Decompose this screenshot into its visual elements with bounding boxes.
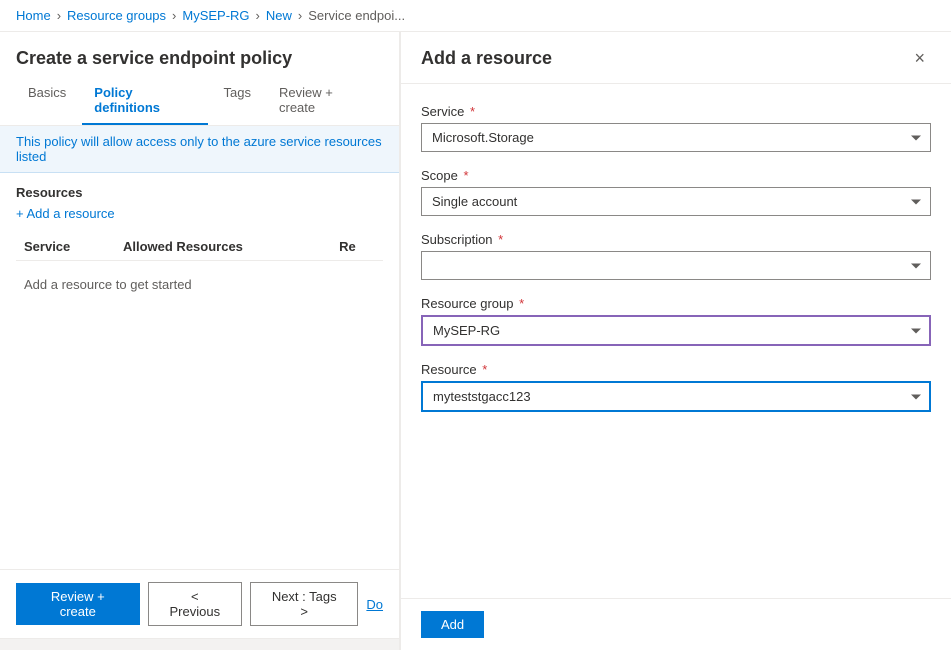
panel-header: Add a resource × — [401, 32, 951, 84]
tab-tags[interactable]: Tags — [212, 77, 263, 125]
breadcrumb-home[interactable]: Home — [16, 8, 51, 23]
col-service: Service — [16, 233, 115, 261]
tab-bar: Basics Policy definitions Tags Review + … — [0, 77, 399, 126]
resources-heading: Resources — [16, 185, 383, 200]
add-button[interactable]: Add — [421, 611, 484, 638]
scope-field-group: Scope * Single account All accounts in s… — [421, 168, 931, 216]
next-button[interactable]: Next : Tags > — [250, 582, 358, 626]
subscription-select-wrapper — [421, 251, 931, 280]
scope-select-wrapper: Single account All accounts in subscript… — [421, 187, 931, 216]
service-field-group: Service * Microsoft.Storage — [421, 104, 931, 152]
resource-group-label: Resource group * — [421, 296, 931, 311]
download-button[interactable]: Do — [366, 597, 383, 612]
breadcrumb-resource-groups[interactable]: Resource groups — [67, 8, 166, 23]
info-bar: This policy will allow access only to th… — [0, 126, 399, 173]
breadcrumb: Home › Resource groups › MySEP-RG › New … — [0, 0, 951, 32]
panel-title: Add a resource — [421, 48, 552, 69]
panel-footer: Add — [401, 598, 951, 650]
panel-body: Service * Microsoft.Storage Scope * S — [401, 84, 951, 598]
resource-select-wrapper: myteststgacc123 — [421, 381, 931, 412]
previous-button[interactable]: < Previous — [148, 582, 242, 626]
tab-basics[interactable]: Basics — [16, 77, 78, 125]
resource-table: Service Allowed Resources Re Add a resou… — [16, 233, 383, 308]
right-panel: Add a resource × Service * Microsoft.Sto… — [400, 32, 951, 650]
left-panel: Create a service endpoint policy Basics … — [0, 32, 400, 650]
resource-group-field-group: Resource group * MySEP-RG — [421, 296, 931, 346]
tab-policy-definitions[interactable]: Policy definitions — [82, 77, 207, 125]
bottom-nav: Review + create < Previous Next : Tags >… — [0, 569, 399, 638]
scope-label: Scope * — [421, 168, 931, 183]
resource-field-group: Resource * myteststgacc123 — [421, 362, 931, 412]
horizontal-scrollbar[interactable] — [0, 638, 399, 650]
resource-group-select-wrapper: MySEP-RG — [421, 315, 931, 346]
table-row-empty: Add a resource to get started — [16, 261, 383, 309]
service-label: Service * — [421, 104, 931, 119]
resource-label: Resource * — [421, 362, 931, 377]
page-title: Create a service endpoint policy — [0, 32, 399, 77]
resource-select[interactable]: myteststgacc123 — [421, 381, 931, 412]
subscription-field-group: Subscription * — [421, 232, 931, 280]
scope-select[interactable]: Single account All accounts in subscript… — [421, 187, 931, 216]
service-select[interactable]: Microsoft.Storage — [421, 123, 931, 152]
service-select-wrapper: Microsoft.Storage — [421, 123, 931, 152]
breadcrumb-mysep-rg[interactable]: MySEP-RG — [182, 8, 249, 23]
col-allowed: Allowed Resources — [115, 233, 331, 261]
col-re: Re — [331, 233, 383, 261]
resource-group-select[interactable]: MySEP-RG — [421, 315, 931, 346]
tab-review-create[interactable]: Review + create — [267, 77, 379, 125]
subscription-select[interactable] — [421, 251, 931, 280]
add-resource-link[interactable]: + Add a resource — [16, 206, 115, 221]
breadcrumb-new[interactable]: New — [266, 8, 292, 23]
close-button[interactable]: × — [908, 46, 931, 71]
resources-section: Resources + Add a resource Service Allow… — [0, 173, 399, 569]
subscription-label: Subscription * — [421, 232, 931, 247]
breadcrumb-current: Service endpoi... — [308, 8, 405, 23]
review-create-button[interactable]: Review + create — [16, 583, 140, 625]
